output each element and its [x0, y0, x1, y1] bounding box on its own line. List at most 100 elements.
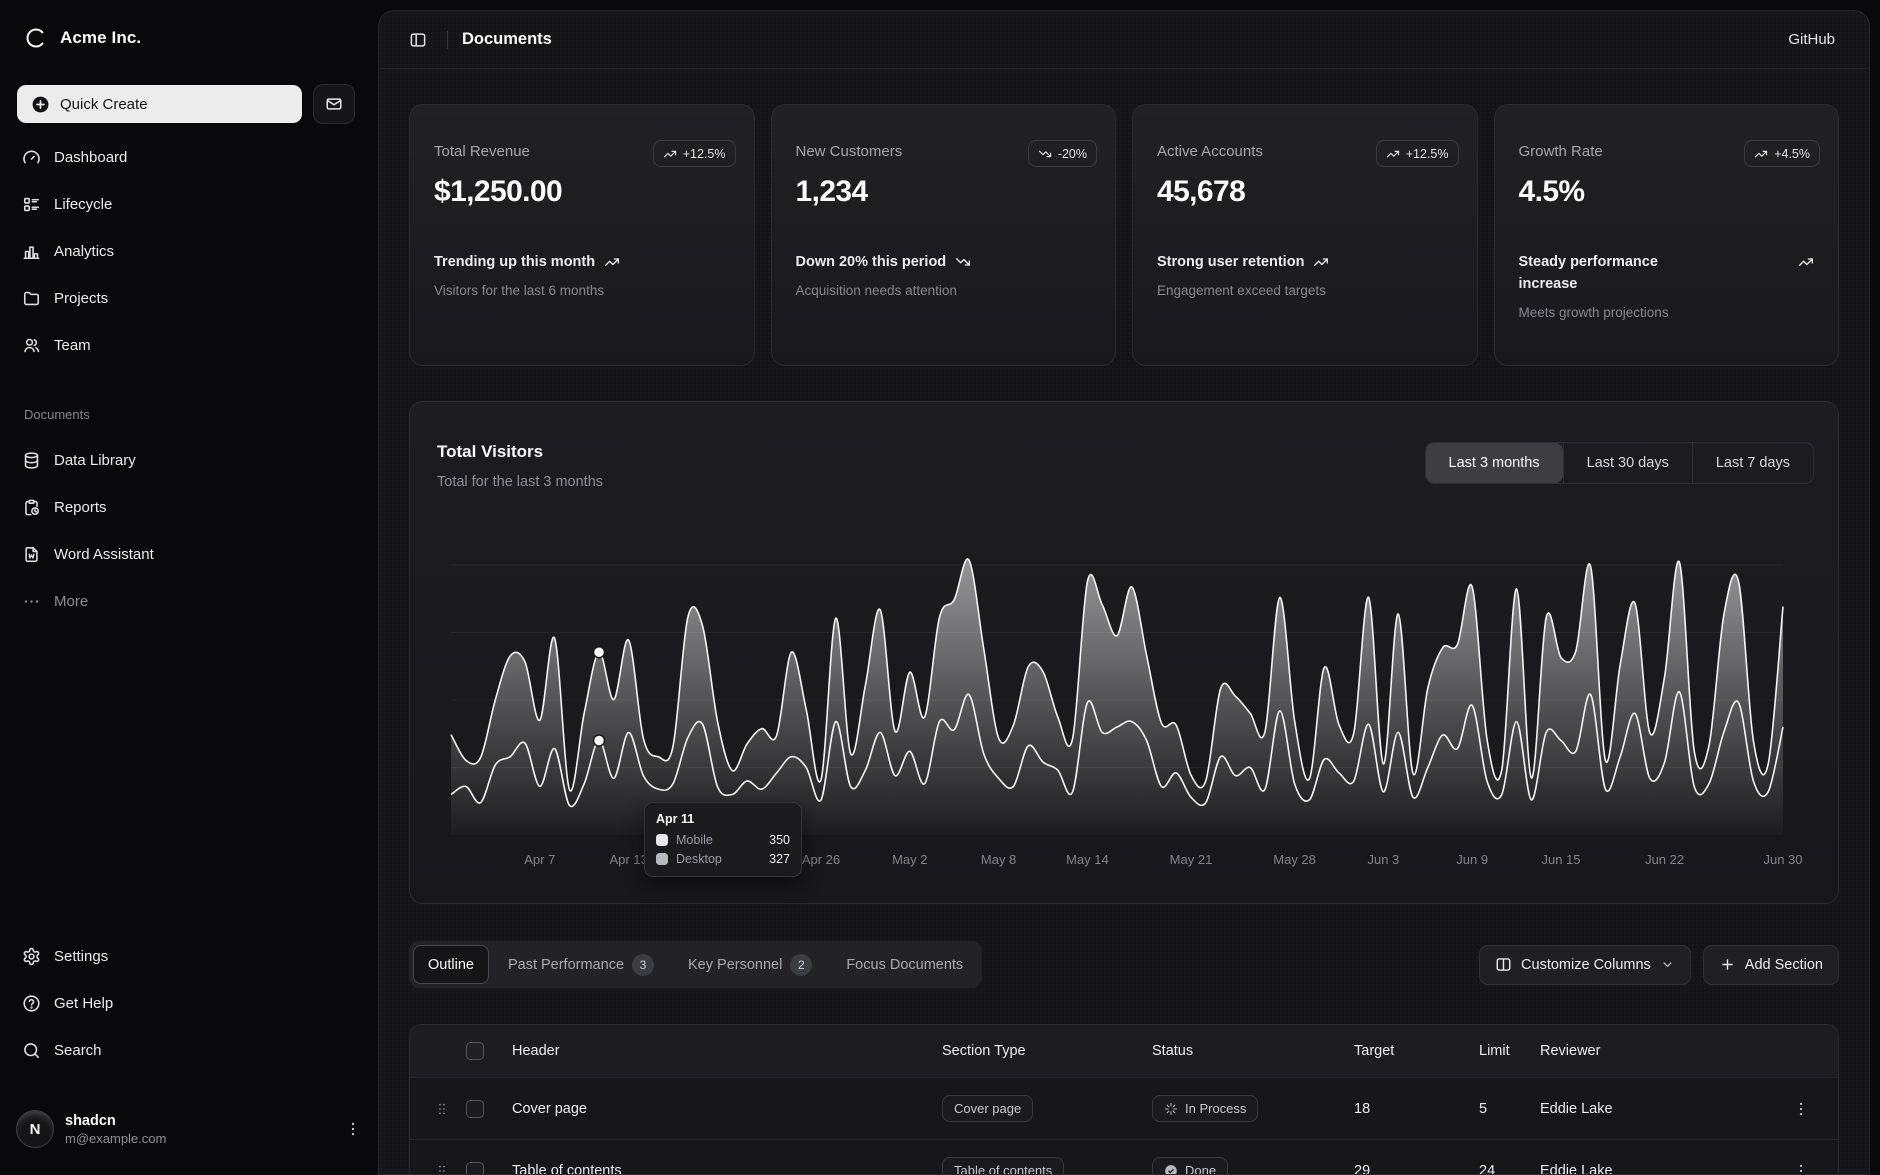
drag-handle-icon[interactable]: [434, 1163, 450, 1175]
svg-text:Apr 13: Apr 13: [609, 852, 647, 867]
tab-past-performance[interactable]: Past Performance3: [493, 945, 669, 984]
row-header[interactable]: Table of contents: [502, 1163, 932, 1175]
tooltip-row: Desktop327: [656, 852, 790, 866]
mail-icon: [325, 95, 343, 113]
database-icon: [22, 451, 41, 470]
tabs-row: Outline Past Performance3Key Personnel2Fo…: [409, 941, 1839, 988]
quick-create-row: Quick Create: [17, 84, 358, 124]
section-type-badge: Table of contents: [942, 1157, 1064, 1175]
stat-card-1: Total Revenue+12.5%$1,250.00Trending up …: [409, 104, 755, 366]
row-menu-icon[interactable]: [1792, 1100, 1810, 1118]
chevron-down-icon: [1660, 957, 1675, 972]
customize-columns-button[interactable]: Customize Columns: [1479, 945, 1691, 985]
target-value: 18: [1332, 1101, 1447, 1117]
github-link[interactable]: GitHub: [1778, 25, 1845, 54]
tooltip-date: Apr 11: [656, 812, 790, 826]
loader-icon: [1164, 1102, 1178, 1116]
sidebar-item-settings[interactable]: Settings: [8, 936, 370, 976]
brand-name: Acme Inc.: [60, 28, 141, 48]
stat-card-4: Growth Rate+4.5%4.5%Steady performance i…: [1494, 104, 1840, 366]
search-icon: [22, 1041, 41, 1060]
user-menu[interactable]: N shadcn m@example.com: [8, 1098, 370, 1160]
stat-card-subtext: Meets growth projections: [1519, 303, 1815, 323]
col-limit: Limit: [1447, 1043, 1532, 1059]
sidebar-item-word-assistant[interactable]: Word Assistant: [8, 534, 370, 574]
inbox-button[interactable]: [313, 84, 355, 124]
col-reviewer: Reviewer: [1532, 1043, 1732, 1059]
list-details-icon: [22, 195, 41, 214]
reviewer-value: Eddie Lake: [1532, 1101, 1732, 1117]
sidebar-item-analytics[interactable]: Analytics: [8, 231, 370, 271]
area-chart[interactable]: Apr 7Apr 13Apr 19Apr 26May 2May 8May 14M…: [434, 472, 1816, 872]
sidebar-item-search[interactable]: Search: [8, 1030, 370, 1070]
series-swatch: [656, 834, 668, 846]
trend-badge: +4.5%: [1744, 140, 1820, 167]
trend-badge: +12.5%: [1376, 140, 1459, 167]
table-row: Cover pageCover pageIn Process185Eddie L…: [410, 1077, 1838, 1139]
plus-icon: [1719, 956, 1736, 973]
tooltip-series-label: Mobile: [676, 833, 713, 847]
chart-tooltip: Apr 11 Mobile350Desktop327: [644, 802, 802, 877]
svg-text:May 2: May 2: [892, 852, 927, 867]
sidebar-item-dashboard[interactable]: Dashboard: [8, 137, 370, 177]
trending-down-icon: [1038, 147, 1052, 161]
ellipsis-vertical-icon[interactable]: [344, 1120, 362, 1138]
sidebar-item-more[interactable]: More: [8, 581, 370, 621]
stat-card-value: 1,234: [796, 173, 1092, 211]
acme-logo-icon: [24, 26, 48, 50]
add-section-button[interactable]: Add Section: [1703, 945, 1839, 985]
sidebar: Acme Inc. Quick Create Dashboard Lifecycl…: [0, 0, 378, 1175]
page-title: Documents: [462, 30, 552, 49]
sidebar-nav-footer: Settings Get Help Search: [8, 936, 370, 1070]
status-badge: Done: [1152, 1157, 1228, 1175]
tab-key-personnel[interactable]: Key Personnel2: [673, 945, 827, 984]
ellipsis-icon: [22, 592, 41, 611]
sidebar-item-label: Data Library: [54, 452, 136, 469]
chart-bar-icon: [22, 242, 41, 261]
gauge-icon: [22, 148, 41, 167]
stat-card-subtext: Visitors for the last 6 months: [434, 281, 730, 301]
tabs: Outline Past Performance3Key Personnel2Fo…: [409, 941, 982, 988]
area-chart-svg: Apr 7Apr 13Apr 19Apr 26May 2May 8May 14M…: [434, 472, 1816, 872]
trending-up-icon: [604, 254, 620, 270]
sidebar-item-label: Analytics: [54, 243, 114, 260]
avatar: N: [16, 1110, 54, 1148]
report-icon: [22, 498, 41, 517]
row-menu-icon[interactable]: [1792, 1162, 1810, 1175]
sidebar-item-get-help[interactable]: Get Help: [8, 983, 370, 1023]
row-checkbox[interactable]: [466, 1162, 484, 1175]
target-value: 29: [1332, 1163, 1447, 1175]
svg-text:May 28: May 28: [1273, 852, 1316, 867]
sidebar-item-lifecycle[interactable]: Lifecycle: [8, 184, 370, 224]
org-switcher[interactable]: Acme Inc.: [16, 22, 149, 54]
col-target: Target: [1332, 1043, 1447, 1059]
quick-create-button[interactable]: Quick Create: [17, 85, 302, 123]
sidebar-item-label: Dashboard: [54, 149, 127, 166]
drag-handle-icon[interactable]: [434, 1101, 450, 1117]
select-all-checkbox[interactable]: [466, 1042, 484, 1060]
stat-card-headline: Trending up this month: [434, 251, 730, 273]
columns-icon: [1495, 956, 1512, 973]
sidebar-item-label: Search: [54, 1042, 102, 1059]
row-checkbox[interactable]: [466, 1100, 484, 1118]
chart-title: Total Visitors: [437, 442, 543, 462]
trending-up-icon: [1754, 147, 1768, 161]
sidebar-nav-main: Dashboard Lifecycle Analytics Projects Team: [8, 137, 370, 365]
sidebar-item-label: Get Help: [54, 995, 113, 1012]
tab-outline[interactable]: Outline: [413, 945, 489, 984]
sidebar-item-team[interactable]: Team: [8, 325, 370, 365]
tab-focus-documents[interactable]: Focus Documents: [831, 945, 978, 984]
sidebar-toggle-button[interactable]: [403, 25, 433, 55]
sidebar-item-projects[interactable]: Projects: [8, 278, 370, 318]
svg-text:Jun 30: Jun 30: [1763, 852, 1802, 867]
tab-label: Outline: [428, 957, 474, 973]
stat-cards: Total Revenue+12.5%$1,250.00Trending up …: [409, 104, 1839, 366]
quick-create-label: Quick Create: [60, 96, 148, 113]
table-header-row: HeaderSection TypeStatusTargetLimitRevie…: [410, 1025, 1838, 1077]
tab-count-badge: 3: [632, 954, 654, 976]
row-header[interactable]: Cover page: [502, 1101, 932, 1117]
user-email: m@example.com: [65, 1131, 166, 1146]
sidebar-item-reports[interactable]: Reports: [8, 487, 370, 527]
sidebar-item-data-library[interactable]: Data Library: [8, 440, 370, 480]
svg-text:Apr 7: Apr 7: [524, 852, 555, 867]
